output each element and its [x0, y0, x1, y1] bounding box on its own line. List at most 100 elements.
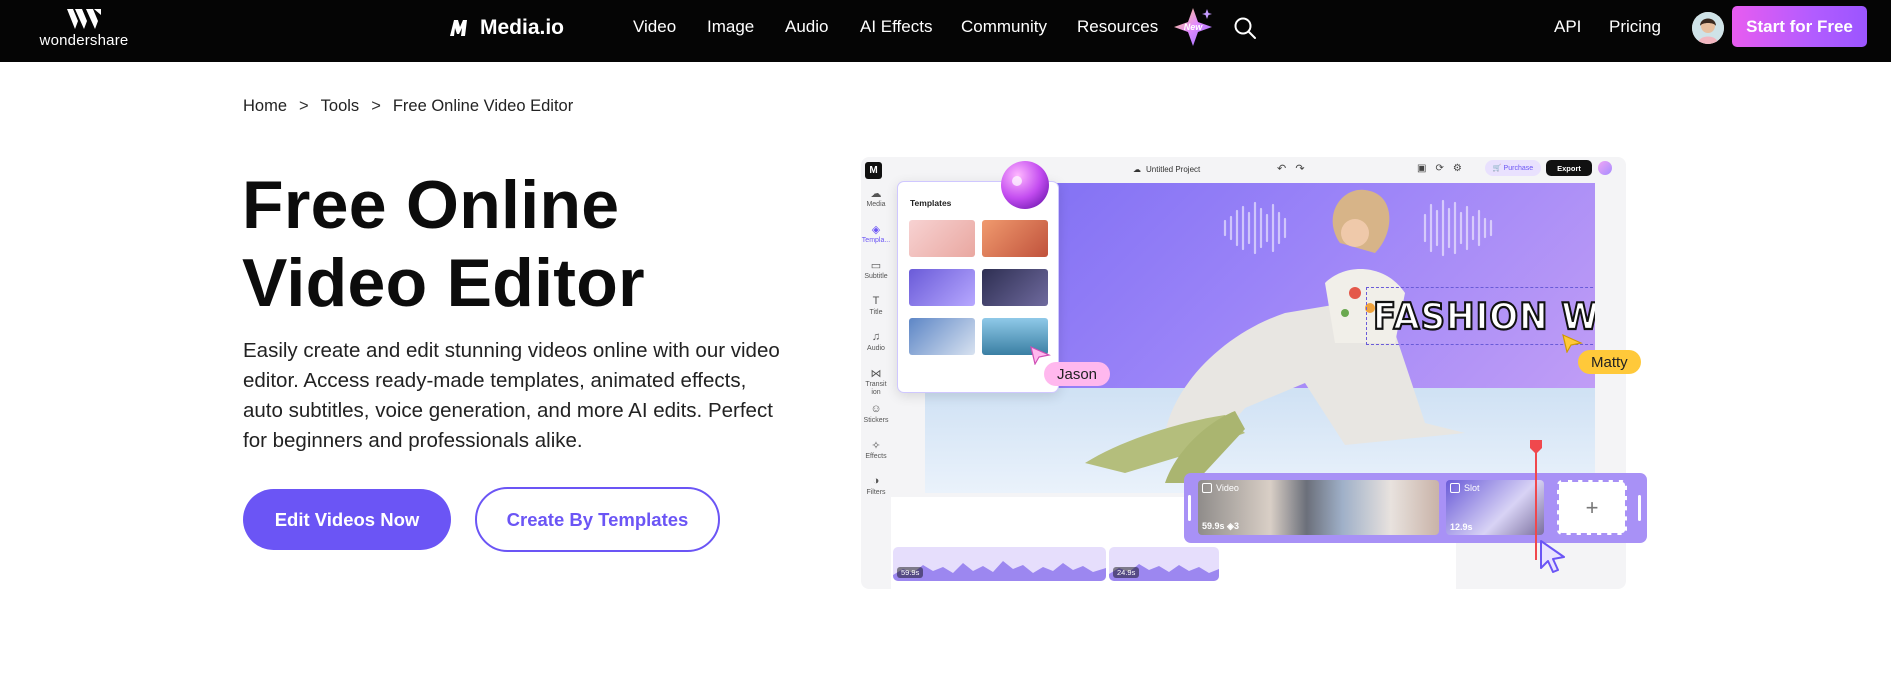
editor-purchase-button: 🛒 Purchase: [1485, 160, 1541, 176]
video-clip-duration: 59.9s ◈3: [1202, 521, 1239, 532]
media-icon: ☁: [870, 188, 882, 200]
hero-description: Easily create and edit stunning videos o…: [243, 339, 780, 452]
editor-toolbar: M ☁ Untitled Project ↶ ↷ ▣ ⟳ ⚙ 🛒 Purchas…: [861, 157, 1626, 183]
nav-link-pricing[interactable]: Pricing: [1609, 17, 1661, 37]
audio-track-clip: 24.9s: [1109, 547, 1219, 581]
breadcrumb-home[interactable]: Home: [243, 97, 287, 116]
mediaio-logo[interactable]: Media.io: [449, 14, 564, 42]
wondershare-logo[interactable]: wondershare: [36, 9, 132, 51]
collaborator-tag-matty: Matty: [1578, 350, 1641, 374]
editor-side-stickers-label: Stickers: [863, 417, 889, 424]
templates-panel-title: Templates: [910, 198, 952, 208]
new-badge-text: New: [1184, 22, 1204, 32]
avatar-image: [1692, 12, 1724, 44]
template-thumbnail: [909, 269, 975, 306]
layout-icon: ▣: [1417, 163, 1427, 174]
editor-side-subtitle: ▭ Subtitle: [861, 259, 891, 295]
template-thumbnail: [909, 318, 975, 355]
strip-handle-left: [1188, 495, 1191, 521]
audio-duration-badge: 24.9s: [1113, 567, 1140, 578]
nav-link-api[interactable]: API: [1554, 17, 1581, 37]
undo-redo-icons: ↶ ↷: [1277, 163, 1305, 175]
video-track-strip: Video 59.9s ◈3 Slot 12.9s +: [1184, 473, 1647, 543]
breadcrumb-current: Free Online Video Editor: [392, 97, 574, 115]
search-icon[interactable]: [1233, 16, 1257, 40]
editor-side-media: ☁ Media: [861, 187, 891, 223]
cursor-yellow-icon: [1562, 333, 1583, 353]
new-sparkle-icon[interactable]: New: [1172, 6, 1214, 48]
editor-side-templates-label: Templa...: [861, 237, 891, 244]
editor-logo-icon: M: [865, 162, 882, 179]
breadcrumb-separator: >: [371, 97, 381, 115]
editor-side-effects-label: Effects: [865, 453, 887, 460]
user-avatar[interactable]: [1692, 12, 1724, 44]
editor-side-effects: ✧ Effects: [861, 439, 891, 475]
page-title-line-1: Free Online: [242, 167, 620, 243]
editor-preview: M ☁ Untitled Project ↶ ↷ ▣ ⟳ ⚙ 🛒 Purchas…: [861, 157, 1647, 589]
editor-side-transition-label: Transit ion: [865, 381, 887, 396]
wondershare-logo-text: wondershare: [39, 32, 129, 49]
editor-avatar: [1598, 161, 1612, 175]
editor-side-filters-label: Filters: [866, 489, 886, 496]
video-clip-label: Video: [1202, 483, 1239, 493]
cursor-pointer-icon: [1540, 540, 1565, 573]
clip-checkbox-icon: [1450, 483, 1460, 493]
nav-link-audio[interactable]: Audio: [785, 17, 828, 37]
add-clip-icon: +: [1557, 480, 1627, 535]
editor-side-media-label: Media: [866, 201, 886, 208]
slot-clip-label-text: Slot: [1464, 483, 1480, 493]
editor-side-transition: ⋈ Transit ion: [861, 367, 891, 403]
editor-side-audio: ♫ Audio: [861, 331, 891, 367]
edit-videos-now-button[interactable]: Edit Videos Now: [243, 489, 451, 550]
page-title-line-2: Video Editor: [242, 245, 645, 321]
editor-side-templates: ◈ Templa...: [861, 223, 891, 259]
create-by-templates-button[interactable]: Create By Templates: [475, 487, 720, 552]
editor-purchase-label: Purchase: [1503, 164, 1534, 172]
editor-side-subtitle-label: Subtitle: [864, 273, 888, 280]
video-clip-label-text: Video: [1216, 483, 1239, 493]
breadcrumb-tools[interactable]: Tools: [321, 97, 360, 116]
video-clip-count: 3: [1233, 521, 1239, 531]
editor-side-filters: ◑ Filters: [861, 475, 891, 511]
nav-link-image[interactable]: Image: [707, 17, 754, 37]
breadcrumb: Home > Tools > Free Online Video Editor: [243, 97, 573, 116]
audio-duration-badge: 59.9s: [897, 567, 924, 578]
music-note-icon: ♫: [871, 331, 881, 343]
mediaio-mark-icon: [450, 20, 467, 36]
sticker-icon: ☺: [870, 403, 882, 415]
nav-link-resources[interactable]: Resources: [1077, 17, 1158, 37]
title-icon: T: [872, 295, 880, 307]
nav-link-community[interactable]: Community: [961, 17, 1047, 37]
audio-waveform: [893, 561, 1106, 581]
cursor-pink-icon: [1030, 345, 1051, 365]
breadcrumb-separator: >: [299, 97, 309, 115]
collaborator-tag-jason: Jason: [1044, 362, 1111, 386]
editor-toolbar-icons: ▣ ⟳ ⚙: [1417, 163, 1462, 174]
mediaio-brand-name: Media.io: [480, 16, 565, 39]
template-thumbnail: [982, 220, 1048, 257]
effects-icon: ✧: [871, 440, 881, 452]
editor-side-title: T Title: [861, 295, 891, 331]
nav-link-video[interactable]: Video: [633, 17, 676, 37]
editor-side-audio-label: Audio: [867, 345, 885, 352]
template-thumbnail: [909, 220, 975, 257]
editor-export-button: Export: [1546, 160, 1592, 176]
templates-icon: ◈: [871, 224, 881, 236]
layers-icon: ◈: [1227, 521, 1234, 531]
cloud-icon: ☁: [1133, 165, 1141, 174]
clip-checkbox-icon: [1202, 483, 1212, 493]
cart-icon: 🛒: [1492, 165, 1504, 172]
settings-icon: ⚙: [1452, 163, 1462, 174]
wondershare-logo-icon: [67, 9, 101, 29]
start-for-free-button[interactable]: Start for Free: [1732, 6, 1867, 47]
project-name-text: Untitled Project: [1146, 165, 1201, 174]
top-nav: wondershare Media.io Video Image Audio A…: [0, 0, 1891, 62]
editor-side-title-label: Title: [869, 309, 883, 316]
page-title: Free Online Video Editor: [242, 166, 802, 322]
transition-icon: ⋈: [870, 368, 882, 380]
nav-link-ai-effects[interactable]: AI Effects: [860, 17, 932, 37]
filters-icon: ◑: [872, 475, 880, 487]
decorative-3d-orb: [1001, 161, 1049, 209]
video-clip: Video 59.9s ◈3: [1198, 480, 1439, 535]
slot-clip-label: Slot: [1450, 483, 1480, 493]
